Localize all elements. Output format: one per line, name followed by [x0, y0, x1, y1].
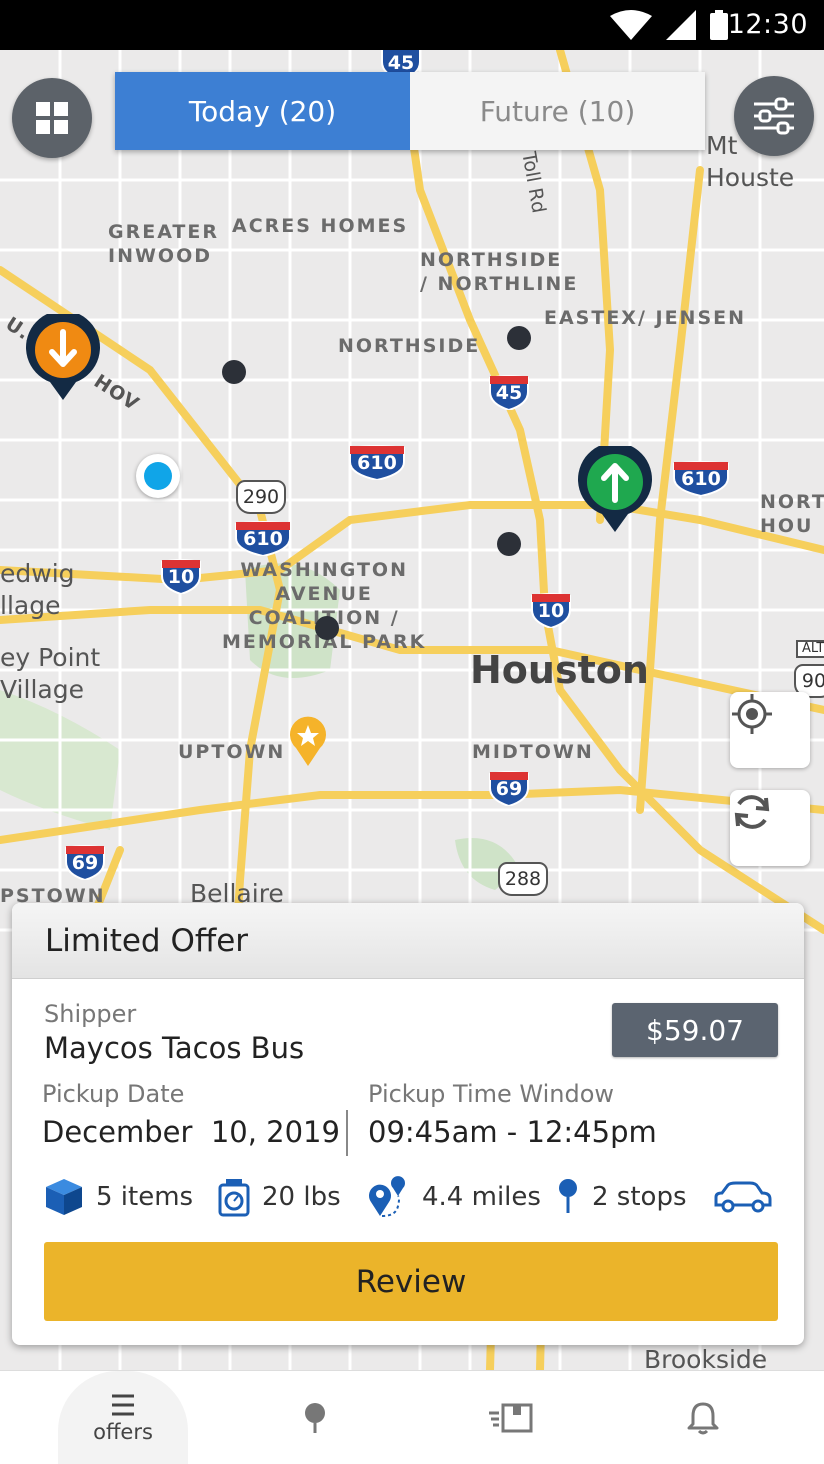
items-count: 5 items: [96, 1182, 194, 1212]
nav-notifications[interactable]: [638, 1371, 768, 1464]
clock: 12:30: [727, 9, 808, 40]
shipper-name: Maycos Tacos Bus: [44, 1031, 305, 1065]
scale-icon: [218, 1179, 250, 1217]
grid-menu-button[interactable]: [12, 78, 92, 158]
interstate-610-shield: 610: [234, 520, 292, 556]
weight-metric: 20 lbs: [218, 1175, 341, 1219]
interstate-69-shield: 69: [488, 770, 530, 806]
pickup-date-value: December 10, 2019: [42, 1115, 340, 1149]
refresh-icon: [734, 795, 770, 829]
route-icon: [369, 1176, 405, 1217]
pickup-window-value: 09:45am - 12:45pm: [368, 1115, 657, 1149]
map-label-midtown: MIDTOWN: [472, 741, 594, 763]
interstate-45-shield: 45: [488, 374, 530, 410]
refresh-button[interactable]: [730, 790, 810, 866]
map-label-northside-northline: NORTHSIDE / NORTHLINE: [420, 249, 579, 295]
crosshair-icon: [732, 694, 772, 734]
weight-value: 20 lbs: [262, 1182, 341, 1212]
distance-metric: 4.4 miles: [366, 1175, 541, 1219]
pickup-date-label: Pickup Date: [42, 1080, 185, 1108]
grid-icon: [36, 102, 68, 134]
map-label-bunker-hill: ey Point Village: [0, 643, 101, 704]
map-label-northside: NORTHSIDE: [338, 335, 481, 357]
map-label-nort-hou: NORT HOU: [760, 491, 824, 537]
nav-deliveries[interactable]: [446, 1371, 576, 1464]
shipper-label: Shipper: [44, 1000, 137, 1028]
status-bar: 12:30: [0, 0, 824, 50]
offer-dot-marker[interactable]: [497, 532, 521, 556]
nav-offers-label: offers: [93, 1420, 153, 1444]
filter-settings-button[interactable]: [734, 76, 814, 156]
interstate-610-shield: 610: [672, 460, 730, 496]
us-288-shield: 288: [498, 862, 548, 896]
offer-dot-marker[interactable]: [507, 326, 531, 350]
wifi-icon: [610, 10, 652, 40]
nav-map[interactable]: [250, 1371, 380, 1464]
current-location-dot: [136, 454, 180, 498]
pin-icon: [559, 1179, 577, 1213]
map-label-uptown: UPTOWN: [178, 741, 286, 763]
price-badge: $59.07: [612, 1003, 778, 1057]
map-pin-icon: [305, 1403, 325, 1433]
interstate-10-shield: 10: [160, 558, 202, 594]
divider: [346, 1110, 348, 1156]
map-label-eastex-jensen: EASTEX/ JENSEN: [544, 307, 747, 329]
interstate-69-shield: 69: [64, 844, 106, 880]
interstate-10-shield: 10: [530, 592, 572, 628]
alt-route-sign: ALT: [796, 640, 824, 658]
box-icon: [46, 1179, 82, 1215]
offer-dot-marker[interactable]: [222, 360, 246, 384]
day-filter-tabs: Today (20) Future (10): [115, 72, 705, 150]
nav-offers[interactable]: offers: [58, 1371, 188, 1464]
battery-icon: [710, 10, 728, 40]
car-icon: [714, 1181, 772, 1213]
status-icons: [610, 10, 728, 40]
recenter-location-button[interactable]: [730, 692, 810, 768]
review-button[interactable]: Review: [44, 1242, 778, 1321]
stops-metric: 2 stops: [556, 1175, 687, 1219]
map-label-hedwig-village: edwig llage: [0, 559, 75, 620]
vehicle-metric: [712, 1175, 774, 1219]
offer-card-header: Limited Offer: [12, 903, 804, 979]
map-label-acres-homes: ACRES HOMES: [232, 215, 409, 237]
map-label-greater-inwood: GREATER INWOOD: [108, 221, 220, 267]
items-metric: 5 items: [44, 1175, 193, 1219]
distance-value: 4.4 miles: [422, 1182, 541, 1212]
tab-today[interactable]: Today (20): [115, 72, 410, 150]
tab-future[interactable]: Future (10): [410, 72, 705, 150]
bottom-navigation: offers: [0, 1370, 824, 1464]
interstate-610-shield: 610: [348, 444, 406, 480]
delivery-box-icon: [489, 1403, 533, 1433]
map-label-houston: Houston: [470, 648, 649, 692]
list-icon: [112, 1394, 134, 1416]
signal-icon: [666, 10, 696, 40]
sliders-icon: [754, 97, 794, 135]
bell-icon: [687, 1402, 719, 1435]
pickup-window-label: Pickup Time Window: [368, 1080, 615, 1108]
map-label-brookside: Brookside: [644, 1345, 768, 1370]
offer-dot-marker[interactable]: [315, 616, 339, 640]
stops-count: 2 stops: [592, 1182, 687, 1212]
offer-card[interactable]: Limited Offer Shipper Maycos Tacos Bus $…: [12, 903, 804, 1345]
us-290-shield: 290: [236, 480, 286, 514]
